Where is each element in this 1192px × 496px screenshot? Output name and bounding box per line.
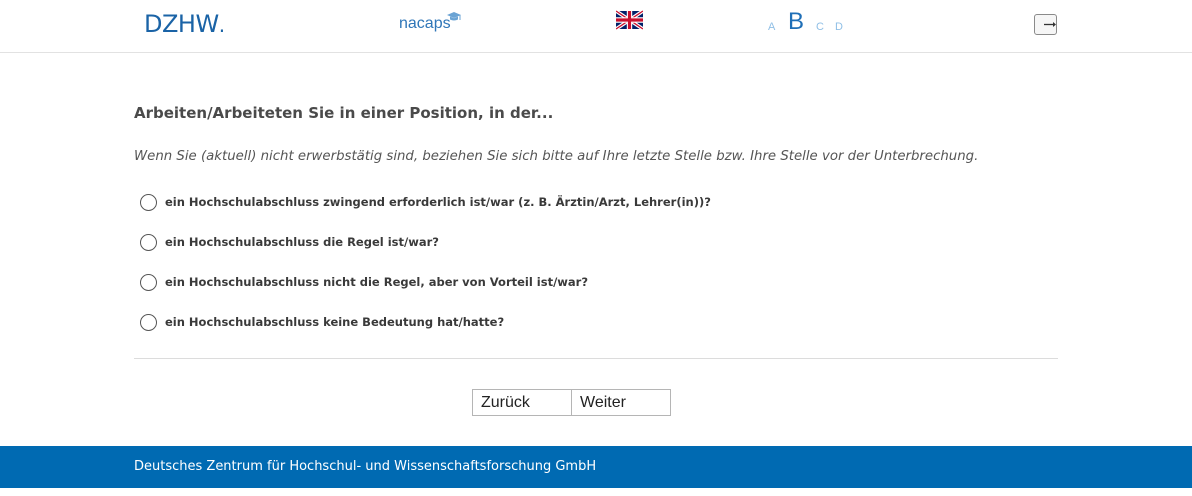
question-instruction: Wenn Sie (aktuell) nicht erwerbstätig si… [134, 149, 979, 164]
text-size-d[interactable]: D [835, 21, 843, 33]
next-button[interactable]: Weiter [572, 389, 671, 416]
footer-text: Deutsches Zentrum für Hochschul- und Wis… [134, 459, 597, 474]
question-title: Arbeiten/Arbeiteten Sie in einer Positio… [134, 104, 554, 122]
answer-option-label: ein Hochschulabschluss zwingend erforder… [165, 195, 711, 209]
answer-option-label: ein Hochschulabschluss keine Bedeutung h… [165, 315, 505, 329]
text-size-c[interactable]: C [816, 21, 824, 33]
radio-button[interactable] [140, 233, 157, 251]
answer-option-1[interactable]: ein Hochschulabschluss zwingend erforder… [140, 192, 840, 212]
back-button[interactable]: Zurück [472, 389, 572, 416]
radio-button[interactable] [140, 193, 157, 211]
radio-button[interactable] [140, 273, 157, 291]
uk-flag-icon[interactable] [616, 10, 643, 30]
nacaps-logo: nacaps [399, 12, 461, 33]
answer-option-4[interactable]: ein Hochschulabschluss keine Bedeutung h… [140, 312, 840, 332]
answer-option-label: ein Hochschulabschluss die Regel ist/war… [165, 235, 439, 249]
answer-option-3[interactable]: ein Hochschulabschluss nicht die Regel, … [140, 272, 840, 292]
footer: Deutsches Zentrum für Hochschul- und Wis… [0, 446, 1192, 488]
answer-option-label: ein Hochschulabschluss nicht die Regel, … [165, 275, 589, 289]
header: DZHW. nacaps A B C D [0, 0, 1192, 53]
radio-button[interactable] [140, 313, 157, 331]
text-size-a[interactable]: A [768, 21, 775, 33]
answer-option-2[interactable]: ein Hochschulabschluss die Regel ist/war… [140, 232, 840, 252]
graduation-cap-icon [447, 12, 461, 21]
text-size-b[interactable]: B [788, 8, 804, 36]
divider [134, 358, 1058, 359]
logout-arrow-icon [1044, 22, 1056, 27]
dzhw-logo: DZHW. [144, 10, 225, 38]
navigation-buttons: Zurück Weiter [472, 389, 671, 416]
logout-button[interactable] [1034, 14, 1057, 35]
